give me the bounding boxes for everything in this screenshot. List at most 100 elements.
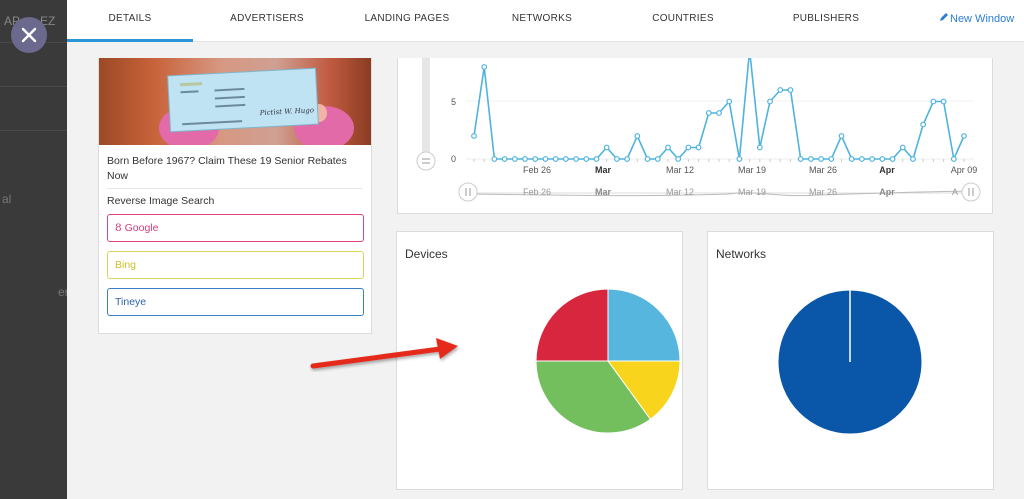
series-point[interactable]	[593, 156, 600, 162]
backdrop-text: er	[58, 285, 67, 299]
devices-card: Devices	[396, 231, 683, 490]
range-navigator[interactable]: Feb 26 Mar Mar 12 Mar 19 Mar 26 Apr A	[469, 187, 971, 197]
ad-divider	[107, 188, 362, 189]
series-point[interactable]	[573, 156, 579, 162]
series-point[interactable]	[675, 156, 682, 162]
series-point[interactable]	[950, 156, 957, 162]
series-point[interactable]	[491, 156, 498, 162]
series-point[interactable]	[644, 156, 651, 162]
y-scroll-track[interactable]	[422, 58, 430, 156]
x-tick-label: Mar	[595, 165, 612, 175]
series-point[interactable]	[471, 133, 477, 139]
new-window-link[interactable]: New Window	[939, 12, 1014, 25]
google-search-label: Google	[124, 222, 159, 234]
tab-networks[interactable]: NETWORKS	[492, 0, 592, 42]
y-tick-label: 5	[451, 97, 456, 107]
series-point[interactable]	[920, 121, 927, 128]
series-point[interactable]	[624, 156, 631, 162]
x-tick-label: Mar 26	[809, 165, 837, 175]
ad-card: Pictist W. Hugo Born Before 1967? Claim …	[98, 58, 372, 334]
series-point[interactable]	[634, 133, 641, 139]
series-point[interactable]	[859, 156, 865, 162]
series-point[interactable]	[511, 156, 518, 162]
navigator-label: Mar 19	[738, 187, 766, 197]
tab-landing-pages[interactable]: LANDING PAGES	[357, 0, 457, 42]
y-zoom-handle[interactable]	[416, 151, 436, 171]
pie-slice[interactable]	[607, 288, 681, 362]
series-point[interactable]	[797, 156, 804, 162]
tab-details[interactable]: DETAILS	[67, 0, 193, 42]
close-icon	[21, 27, 37, 43]
bing-search-button[interactable]: Bing	[107, 251, 364, 279]
series-point[interactable]	[910, 156, 916, 162]
series-point[interactable]	[654, 156, 661, 162]
series-point[interactable]	[562, 156, 569, 162]
navigator-right-handle[interactable]	[961, 182, 981, 202]
series-point[interactable]	[542, 156, 549, 162]
series-point[interactable]	[787, 87, 794, 93]
tab-publishers[interactable]: PUBLISHERS	[776, 0, 876, 42]
x-tick-label: Apr	[879, 165, 895, 175]
navigator-label: A	[952, 187, 958, 197]
timeline-chart: 5 0 Feb 26 Mar Mar 12 Mar 19 Mar 26 Apr …	[397, 58, 993, 214]
navigator-label: Mar	[595, 187, 612, 197]
bing-search-label: Bing	[115, 259, 137, 271]
pencil-icon	[939, 12, 949, 25]
series-point[interactable]	[889, 156, 896, 162]
backdrop-sidebar: AP EZ al er	[0, 0, 67, 499]
series-point[interactable]	[777, 87, 784, 93]
navigator-label: Feb 26	[523, 187, 551, 197]
navigator-left-handle[interactable]	[458, 182, 478, 202]
series-point[interactable]	[583, 156, 590, 162]
x-axis-labels: Feb 26 Mar Mar 12 Mar 19 Mar 26 Apr Apr …	[523, 165, 977, 175]
series-point[interactable]	[899, 144, 906, 151]
series-point[interactable]	[756, 144, 763, 151]
series-point[interactable]	[869, 156, 876, 162]
series-point[interactable]	[736, 156, 743, 162]
series-point[interactable]	[838, 133, 845, 139]
series-point[interactable]	[614, 156, 620, 162]
series-point[interactable]	[807, 156, 814, 162]
series-point[interactable]	[848, 156, 855, 162]
backdrop-text: al	[2, 192, 12, 206]
tab-countries[interactable]: COUNTRIES	[633, 0, 733, 42]
x-tick-label: Mar 12	[666, 165, 694, 175]
series-point[interactable]	[665, 144, 671, 151]
series-point[interactable]	[726, 98, 733, 105]
series-point[interactable]	[716, 110, 722, 116]
series-point[interactable]	[532, 156, 539, 162]
series-point[interactable]	[603, 144, 610, 151]
series-point[interactable]	[767, 98, 773, 105]
series-points	[471, 64, 967, 162]
series-point[interactable]	[818, 156, 824, 162]
x-tick-label: Mar 19	[738, 165, 766, 175]
series-point[interactable]	[961, 133, 967, 139]
google-search-button[interactable]: 8 Google	[107, 214, 364, 242]
navigator-label: Mar 12	[666, 187, 694, 197]
devices-pie-chart	[535, 288, 681, 434]
backdrop-divider	[0, 86, 67, 87]
series-point[interactable]	[695, 144, 702, 151]
series-point[interactable]	[501, 156, 508, 162]
series-point[interactable]	[879, 156, 886, 162]
ad-title: Born Before 1967? Claim These 19 Senior …	[107, 155, 347, 182]
series-point[interactable]	[685, 144, 692, 151]
close-button[interactable]	[11, 17, 47, 53]
series-point[interactable]	[705, 110, 712, 116]
series-point[interactable]	[552, 156, 559, 162]
networks-pie-chart	[777, 289, 923, 435]
series-point[interactable]	[828, 156, 835, 162]
timeline-svg: 5 0 Feb 26 Mar Mar 12 Mar 19 Mar 26 Apr …	[416, 58, 981, 202]
tineye-search-label: Tineye	[115, 296, 147, 308]
backdrop-divider	[0, 130, 67, 131]
tab-advertisers[interactable]: ADVERTISERS	[217, 0, 317, 42]
series-point[interactable]	[481, 64, 488, 70]
x-tick-label: Apr 09	[951, 165, 978, 175]
pie-slice[interactable]	[535, 288, 609, 362]
new-window-label: New Window	[950, 13, 1015, 25]
series-point[interactable]	[930, 98, 937, 105]
x-tick-label: Feb 26	[523, 165, 551, 175]
series-point[interactable]	[522, 156, 528, 162]
series-point[interactable]	[940, 98, 947, 105]
tineye-search-button[interactable]: Tineye	[107, 288, 364, 316]
